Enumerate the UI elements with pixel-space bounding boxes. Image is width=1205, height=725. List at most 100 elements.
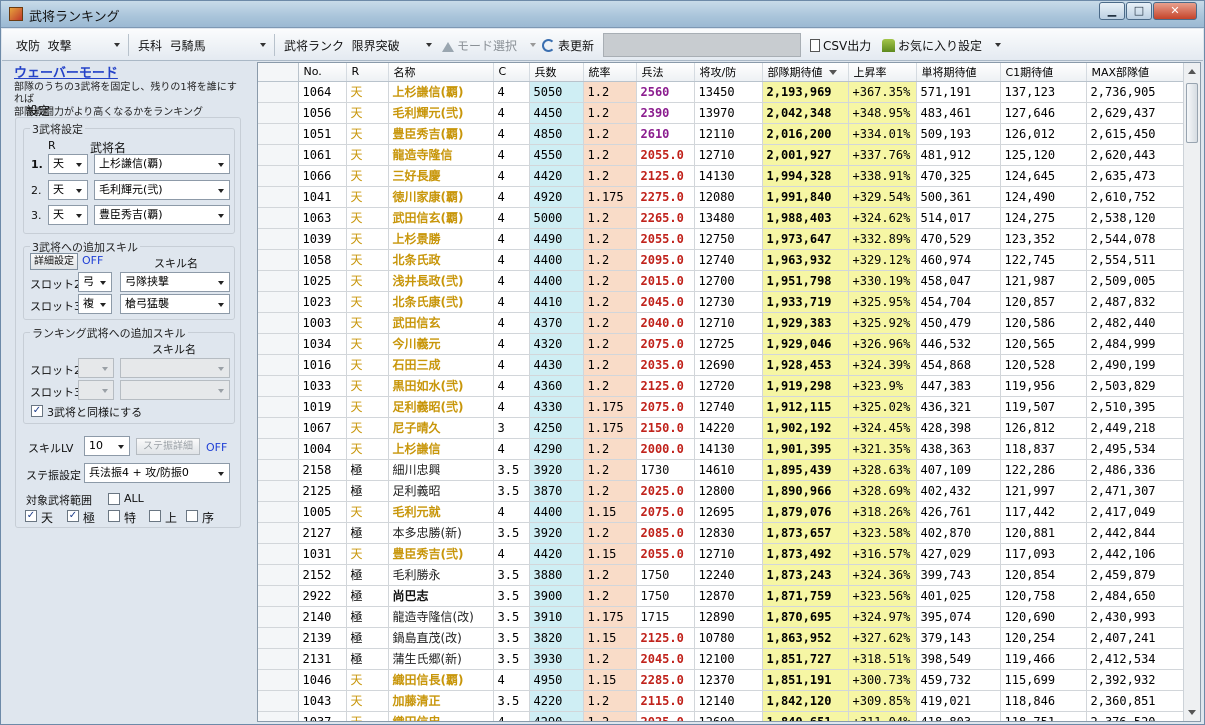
column-header[interactable]: 名称 bbox=[388, 63, 494, 82]
stat-allocation-select[interactable]: 兵法振4 + 攻/防振0 bbox=[84, 463, 230, 483]
table-row[interactable]: 2152 極毛利勝永 3.5 3880 1.2 1750 12240 1,873,243 +32… bbox=[258, 564, 1186, 586]
scroll-down-icon[interactable] bbox=[1188, 710, 1196, 715]
table-row[interactable]: 1033 天黒田如水(弐) 4 4360 1.2 2125.0 12720 1,919,298… bbox=[258, 375, 1186, 397]
row-header-cell[interactable] bbox=[258, 438, 299, 460]
column-header[interactable]: MAX部隊値 bbox=[1086, 63, 1186, 82]
general-1-rarity-select[interactable]: 天 bbox=[48, 154, 88, 174]
stat-detail-button[interactable]: ステ振詳細 bbox=[136, 438, 200, 455]
general-2-name-select[interactable]: 毛利輝元(弐) bbox=[94, 180, 230, 200]
ranking-slot2-type-select[interactable] bbox=[78, 358, 114, 378]
row-header-cell[interactable] bbox=[258, 501, 299, 523]
table-row[interactable]: 2131 極蒲生氏郷(新) 3.5 3930 1.2 2045.0 12100 1,851,7… bbox=[258, 648, 1186, 670]
row-header-cell[interactable] bbox=[258, 333, 299, 355]
general-1-name-select[interactable]: 上杉謙信(覇) bbox=[94, 154, 230, 174]
table-row[interactable]: 1031 天豊臣秀吉(弐) 4 4420 1.15 2055.0 12710 1,873,49… bbox=[258, 543, 1186, 565]
table-row[interactable]: 1063 天武田信玄(覇) 4 5000 1.2 2265.0 13480 1,988,403… bbox=[258, 207, 1186, 229]
skill-lv-select[interactable]: 10 bbox=[84, 436, 130, 456]
row-header-cell[interactable] bbox=[258, 249, 299, 271]
table-row[interactable]: 1056 天毛利輝元(弐) 4 4450 1.2 2390 13970 2,042,348 +3… bbox=[258, 102, 1186, 124]
row-header-cell[interactable] bbox=[258, 123, 299, 145]
maximize-button[interactable]: □ bbox=[1126, 2, 1152, 20]
slot2-skill-select[interactable]: 弓隊挟撃 bbox=[120, 272, 230, 292]
row-header-cell[interactable] bbox=[258, 81, 299, 103]
table-row[interactable]: 1037 天織田信忠 4 4290 1.2 2025.0 12690 1,840,651 +31… bbox=[258, 711, 1186, 721]
general-rank-dropdown[interactable]: 武将ランク 限界突破 bbox=[284, 37, 400, 54]
column-header[interactable]: No. bbox=[298, 63, 347, 82]
scroll-up-icon[interactable] bbox=[1188, 69, 1196, 74]
row-header-cell[interactable] bbox=[258, 102, 299, 124]
row-header-cell[interactable] bbox=[258, 417, 299, 439]
general-2-rarity-select[interactable]: 天 bbox=[48, 180, 88, 200]
table-row[interactable]: 1019 天足利義昭(弐) 4 4330 1.175 2075.0 12740 1,912,1… bbox=[258, 396, 1186, 418]
table-row[interactable]: 1039 天上杉景勝 4 4490 1.2 2055.0 12750 1,973,647 +33… bbox=[258, 228, 1186, 250]
range-kyoku-checkbox[interactable]: ✓ bbox=[67, 510, 79, 522]
ranking-slot3-skill-select[interactable] bbox=[120, 380, 230, 400]
column-header[interactable]: 上昇率 bbox=[848, 63, 917, 82]
table-row[interactable]: 2125 極足利義昭 3.5 3870 1.2 2025.0 12800 1,890,966 +… bbox=[258, 480, 1186, 502]
row-header-cell[interactable] bbox=[258, 270, 299, 292]
row-header-cell[interactable] bbox=[258, 186, 299, 208]
table-row[interactable]: 1066 天三好長慶 4 4420 1.2 2125.0 14130 1,994,328 +33… bbox=[258, 165, 1186, 187]
row-header-cell[interactable] bbox=[258, 312, 299, 334]
csv-export-button[interactable]: CSV出力 bbox=[810, 37, 871, 54]
row-header-cell[interactable] bbox=[258, 354, 299, 376]
table-row[interactable]: 1023 天北条氏康(弐) 4 4410 1.2 2045.0 12730 1,933,719… bbox=[258, 291, 1186, 313]
column-header[interactable]: 兵法 bbox=[636, 63, 695, 82]
table-row[interactable]: 1061 天龍造寺隆信 4 4550 1.2 2055.0 12710 2,001,927 +3… bbox=[258, 144, 1186, 166]
row-header-cell[interactable] bbox=[258, 711, 299, 721]
refresh-table-button[interactable]: 表更新 bbox=[542, 37, 594, 54]
row-header-cell[interactable] bbox=[258, 690, 299, 712]
row-header-cell[interactable] bbox=[258, 522, 299, 544]
table-row[interactable]: 1046 天織田信長(覇) 4 4950 1.15 2285.0 12370 1,851,19… bbox=[258, 669, 1186, 691]
row-header-cell[interactable] bbox=[258, 165, 299, 187]
table-row[interactable]: 1034 天今川義元 4 4320 1.2 2075.0 12725 1,929,046 +32… bbox=[258, 333, 1186, 355]
row-header-cell[interactable] bbox=[258, 648, 299, 670]
general-3-rarity-select[interactable]: 天 bbox=[48, 205, 88, 225]
column-header[interactable]: 単将期待値 bbox=[916, 63, 1001, 82]
row-header-cell[interactable] bbox=[258, 228, 299, 250]
table-row[interactable]: 2922 極尚巴志 3.5 3900 1.2 1750 12870 1,871,759 +323… bbox=[258, 585, 1186, 607]
row-header-cell[interactable] bbox=[258, 669, 299, 691]
column-header[interactable]: C bbox=[493, 63, 530, 82]
unit-type-dropdown[interactable]: 兵科 弓騎馬 bbox=[138, 37, 206, 54]
column-header[interactable]: 兵数 bbox=[529, 63, 584, 82]
favorites-dropdown[interactable]: お気に入り設定 bbox=[882, 37, 982, 54]
table-row[interactable]: 1004 天上杉謙信 4 4290 1.2 2000.0 14130 1,901,395 +32… bbox=[258, 438, 1186, 460]
table-row[interactable]: 1051 天豊臣秀吉(覇) 4 4850 1.2 2610 12110 2,016,200 +3… bbox=[258, 123, 1186, 145]
scrollbar-thumb[interactable] bbox=[1186, 83, 1198, 143]
row-header-cell[interactable] bbox=[258, 627, 299, 649]
row-header-cell[interactable] bbox=[258, 564, 299, 586]
minimize-button[interactable]: ▁ bbox=[1099, 2, 1125, 20]
table-row[interactable]: 2139 極鍋島直茂(改) 3.5 3820 1.15 2125.0 10780 1,863,… bbox=[258, 627, 1186, 649]
row-header-cell[interactable] bbox=[258, 480, 299, 502]
general-3-name-select[interactable]: 豊臣秀吉(覇) bbox=[94, 205, 230, 225]
row-header-cell[interactable] bbox=[258, 207, 299, 229]
mode-select-button[interactable]: モード選択 bbox=[442, 37, 517, 54]
attack-defense-dropdown[interactable]: 攻防 攻撃 bbox=[16, 37, 72, 54]
row-header-cell[interactable] bbox=[258, 144, 299, 166]
slot3-type-select[interactable]: 複 bbox=[78, 294, 112, 314]
same-as-three-checkbox[interactable]: ✓ bbox=[31, 405, 43, 417]
slot2-type-select[interactable]: 弓 bbox=[78, 272, 112, 292]
range-jou-checkbox[interactable] bbox=[149, 510, 161, 522]
table-row[interactable]: 1043 天加藤清正 3.5 4220 1.2 2115.0 12140 1,842,120 +… bbox=[258, 690, 1186, 712]
table-row[interactable]: 2140 極龍造寺隆信(改) 3.5 3910 1.175 1715 12890 1,870,… bbox=[258, 606, 1186, 628]
row-header-cell[interactable] bbox=[258, 459, 299, 481]
column-header[interactable]: 統率 bbox=[583, 63, 637, 82]
ranking-slot3-type-select[interactable] bbox=[78, 380, 114, 400]
range-toku-checkbox[interactable] bbox=[108, 510, 120, 522]
table-row[interactable]: 1041 天徳川家康(覇) 4 4920 1.175 2275.0 12080 1,991,8… bbox=[258, 186, 1186, 208]
row-header-cell[interactable] bbox=[258, 291, 299, 313]
row-header-cell[interactable] bbox=[258, 606, 299, 628]
range-jo-checkbox[interactable] bbox=[186, 510, 198, 522]
row-header-cell[interactable] bbox=[258, 543, 299, 565]
ranking-slot2-skill-select[interactable] bbox=[120, 358, 230, 378]
table-row[interactable]: 1064 天上杉謙信(覇) 4 5050 1.2 2560 13450 2,193,969 +3… bbox=[258, 81, 1186, 103]
close-button[interactable]: ✕ bbox=[1153, 2, 1197, 20]
table-row[interactable]: 1058 天北条氏政 4 4400 1.2 2095.0 12740 1,963,932 +32… bbox=[258, 249, 1186, 271]
column-header[interactable]: R bbox=[346, 63, 389, 82]
table-row[interactable]: 2127 極本多忠勝(新) 3.5 3920 1.2 2085.0 12830 1,873,6… bbox=[258, 522, 1186, 544]
range-ten-checkbox[interactable]: ✓ bbox=[25, 510, 37, 522]
range-all-checkbox[interactable] bbox=[108, 493, 120, 505]
row-header-cell[interactable] bbox=[258, 396, 299, 418]
